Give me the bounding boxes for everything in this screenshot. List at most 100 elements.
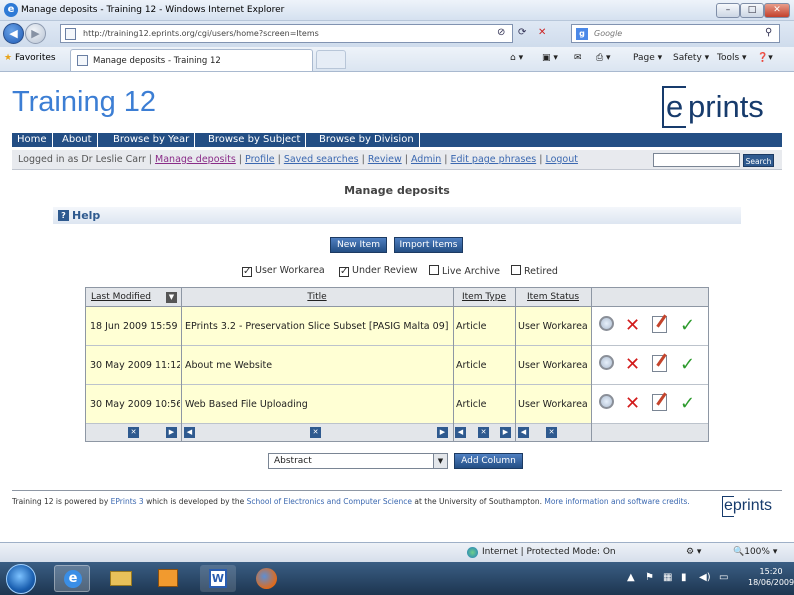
move-left-icon[interactable]: ◀ bbox=[184, 427, 195, 438]
remove-column-icon[interactable]: ✕ bbox=[546, 427, 557, 438]
move-right-icon[interactable]: ▶ bbox=[166, 427, 177, 438]
link-review[interactable]: Review bbox=[368, 154, 402, 165]
home-icon[interactable]: ⌂ ▾ bbox=[510, 53, 523, 63]
sort-item-status[interactable]: Item Status bbox=[527, 292, 579, 302]
move-right-icon[interactable]: ▶ bbox=[500, 427, 511, 438]
sort-title[interactable]: Title bbox=[307, 292, 326, 302]
help-bar[interactable]: ? Help bbox=[53, 207, 741, 224]
column-header-item-type[interactable]: Item Type bbox=[453, 288, 515, 307]
tools-menu[interactable]: Tools ▾ bbox=[717, 53, 747, 63]
safety-menu[interactable]: Safety ▾ bbox=[673, 53, 709, 63]
taskbar-explorer-icon[interactable] bbox=[103, 565, 139, 592]
address-bar[interactable]: http://training12.eprints.org/cgi/users/… bbox=[60, 24, 513, 43]
tray-volume-icon[interactable]: ◀) bbox=[699, 572, 711, 583]
mail-icon[interactable]: ✉ bbox=[574, 53, 582, 63]
search-icon[interactable]: ⚲ bbox=[765, 27, 772, 38]
footer-link-credits[interactable]: More information and software credits. bbox=[544, 497, 689, 506]
sort-item-type[interactable]: Item Type bbox=[462, 292, 506, 302]
filter-user-workarea[interactable]: ✓ User Workarea bbox=[242, 265, 325, 277]
remove-column-icon[interactable]: ✕ bbox=[478, 427, 489, 438]
tray-battery-icon[interactable]: ▮ bbox=[681, 572, 687, 583]
move-right-icon[interactable]: ▶ bbox=[437, 427, 448, 438]
edit-icon[interactable] bbox=[652, 314, 667, 333]
taskbar-firefox-icon[interactable] bbox=[248, 565, 284, 592]
menu-about[interactable]: About bbox=[57, 133, 98, 147]
tray-expand-icon[interactable]: ▲ bbox=[627, 572, 635, 583]
zoom-level[interactable]: 🔍100% ▾ bbox=[733, 547, 777, 557]
new-item-button[interactable]: New Item bbox=[330, 237, 387, 253]
favorites-button[interactable]: ★ Favorites bbox=[4, 53, 56, 63]
taskbar-media-icon[interactable] bbox=[150, 565, 186, 592]
refresh-icon[interactable]: ⟳ bbox=[518, 27, 526, 38]
import-items-button[interactable]: Import Items bbox=[394, 237, 463, 253]
tray-network-icon[interactable]: ▦ bbox=[663, 572, 672, 583]
eprints-footer-logo[interactable]: eprints bbox=[722, 496, 782, 518]
start-button[interactable] bbox=[6, 564, 36, 594]
deposit-icon[interactable]: ✓ bbox=[680, 394, 700, 414]
column-header-item-status[interactable]: Item Status bbox=[515, 288, 591, 307]
view-icon[interactable] bbox=[599, 355, 614, 370]
site-search-input[interactable] bbox=[653, 153, 740, 167]
help-icon[interactable]: ❓▾ bbox=[757, 53, 773, 63]
menu-browse-subject[interactable]: Browse by Subject bbox=[203, 133, 307, 147]
delete-icon[interactable]: ✕ bbox=[625, 394, 645, 414]
link-edit-phrases[interactable]: Edit page phrases bbox=[451, 154, 537, 165]
taskbar-ie-icon[interactable]: e bbox=[54, 565, 90, 592]
checkbox-checked[interactable]: ✓ bbox=[242, 267, 252, 277]
edit-icon[interactable] bbox=[652, 392, 667, 411]
view-icon[interactable] bbox=[599, 316, 614, 331]
system-clock[interactable]: 15:20 18/06/2009 bbox=[748, 566, 794, 588]
checkbox-unchecked[interactable] bbox=[511, 265, 521, 275]
link-admin[interactable]: Admin bbox=[411, 154, 441, 165]
security-zone[interactable]: Internet | Protected Mode: On bbox=[482, 547, 616, 557]
deposit-icon[interactable]: ✓ bbox=[680, 355, 700, 375]
taskbar-word-icon[interactable]: W bbox=[200, 565, 236, 592]
minimize-button[interactable]: – bbox=[716, 3, 740, 18]
add-column-select[interactable]: Abstract ▼ bbox=[268, 453, 448, 469]
new-tab-button[interactable] bbox=[316, 50, 346, 69]
compatibility-icon[interactable]: ⊘ bbox=[497, 27, 505, 38]
footer-link-eprints[interactable]: EPrints 3 bbox=[111, 497, 144, 506]
sort-last-modified[interactable]: Last Modified bbox=[91, 292, 151, 302]
chevron-down-icon[interactable]: ▼ bbox=[433, 454, 447, 468]
menu-browse-division[interactable]: Browse by Division bbox=[314, 133, 420, 147]
stop-icon[interactable]: ✕ bbox=[538, 27, 546, 38]
maximize-button[interactable]: □ bbox=[740, 3, 764, 18]
tray-display-icon[interactable]: ▭ bbox=[719, 572, 728, 583]
menu-home[interactable]: Home bbox=[12, 133, 53, 147]
delete-icon[interactable]: ✕ bbox=[625, 316, 645, 336]
filter-live-archive[interactable]: Live Archive bbox=[429, 265, 500, 277]
column-header-title[interactable]: Title bbox=[181, 288, 453, 307]
filter-retired[interactable]: Retired bbox=[511, 265, 558, 277]
print-icon[interactable]: ⎙ ▾ bbox=[596, 53, 611, 63]
link-logout[interactable]: Logout bbox=[545, 154, 578, 165]
view-icon[interactable] bbox=[599, 394, 614, 409]
protected-mode-icon[interactable]: ⚙ ▾ bbox=[686, 547, 701, 557]
back-button[interactable]: ◀ bbox=[3, 23, 24, 44]
forward-button[interactable]: ▶ bbox=[25, 23, 46, 44]
deposit-icon[interactable]: ✓ bbox=[680, 316, 700, 336]
filter-under-review[interactable]: ✓ Under Review bbox=[339, 265, 418, 277]
delete-icon[interactable]: ✕ bbox=[625, 355, 645, 375]
link-profile[interactable]: Profile bbox=[245, 154, 275, 165]
tray-flag-icon[interactable]: ⚑ bbox=[645, 572, 654, 583]
menu-browse-year[interactable]: Browse by Year bbox=[108, 133, 196, 147]
site-search-button[interactable]: Search bbox=[743, 154, 774, 167]
site-title[interactable]: Training 12 bbox=[12, 86, 156, 119]
page-menu[interactable]: Page ▾ bbox=[633, 53, 662, 63]
link-manage-deposits[interactable]: Manage deposits bbox=[155, 154, 236, 165]
move-left-icon[interactable]: ◀ bbox=[518, 427, 529, 438]
move-left-icon[interactable]: ◀ bbox=[455, 427, 466, 438]
search-box[interactable]: g Google bbox=[571, 24, 780, 43]
feeds-icon[interactable]: ▣ ▾ bbox=[542, 53, 558, 63]
checkbox-checked[interactable]: ✓ bbox=[339, 267, 349, 277]
add-column-button[interactable]: Add Column bbox=[454, 453, 523, 469]
browser-tab[interactable]: Manage deposits - Training 12 bbox=[70, 49, 313, 71]
remove-column-icon[interactable]: ✕ bbox=[128, 427, 139, 438]
footer-link-school[interactable]: School of Electronics and Computer Scien… bbox=[247, 497, 412, 506]
eprints-logo[interactable]: e prints bbox=[662, 86, 782, 128]
link-saved-searches[interactable]: Saved searches bbox=[284, 154, 359, 165]
edit-icon[interactable] bbox=[652, 353, 667, 372]
checkbox-unchecked[interactable] bbox=[429, 265, 439, 275]
close-button[interactable]: ✕ bbox=[764, 3, 790, 18]
